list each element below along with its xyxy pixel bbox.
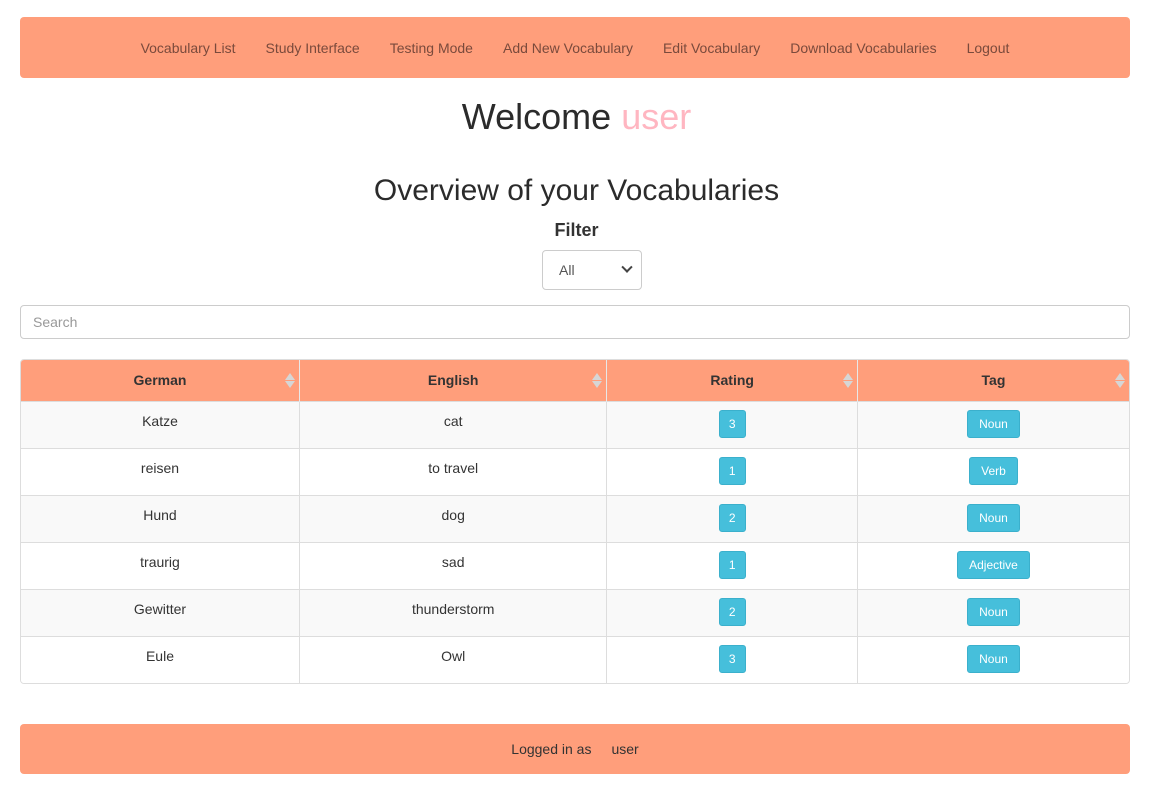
welcome-username: user (621, 96, 692, 137)
sort-icon[interactable] (842, 372, 853, 388)
cell-german: traurig (21, 541, 300, 589)
table-row: Eule Owl 3 Noun (21, 635, 1129, 683)
rating-badge[interactable]: 2 (718, 503, 746, 532)
rating-badge[interactable]: 2 (718, 597, 746, 626)
table-row: Hund dog 2 Noun (21, 494, 1129, 542)
nav-edit-vocabulary[interactable]: Edit Vocabulary (648, 40, 775, 56)
cell-german: Hund (21, 494, 300, 542)
cell-english: to travel (299, 447, 608, 495)
cell-english: sad (299, 541, 608, 589)
tag-badge[interactable]: Noun (967, 597, 1020, 626)
table-row: Katze cat 3 Noun (21, 400, 1129, 448)
rating-badge[interactable]: 3 (718, 409, 746, 438)
footer: Logged in as user (20, 724, 1130, 774)
top-navbar: Vocabulary List Study Interface Testing … (20, 17, 1130, 78)
rating-badge[interactable]: 1 (718, 550, 746, 579)
sort-icon[interactable] (592, 372, 603, 388)
nav-add-new-vocabulary[interactable]: Add New Vocabulary (488, 40, 648, 56)
chevron-down-icon (621, 261, 633, 273)
column-header-german[interactable]: German (21, 360, 300, 401)
cell-english: cat (299, 400, 608, 448)
column-header-english[interactable]: English (299, 360, 608, 401)
table-row: traurig sad 1 Adjective (21, 541, 1129, 589)
table-row: Gewitter thunderstorm 2 Noun (21, 588, 1129, 636)
rating-badge[interactable]: 1 (718, 456, 746, 485)
column-header-rating[interactable]: Rating (606, 360, 858, 401)
table-row: reisen to travel 1 Verb (21, 447, 1129, 495)
filter-label: Filter (554, 220, 599, 240)
tag-badge[interactable]: Noun (967, 644, 1020, 673)
filter-select[interactable]: All (542, 250, 642, 290)
column-header-tag[interactable]: Tag (857, 360, 1129, 401)
cell-german: Katze (21, 400, 300, 448)
cell-english: dog (299, 494, 608, 542)
sort-icon[interactable] (1115, 372, 1125, 388)
sort-icon[interactable] (284, 372, 295, 388)
tag-badge[interactable]: Adjective (957, 550, 1030, 579)
tag-badge[interactable]: Noun (967, 503, 1020, 532)
tag-badge[interactable]: Verb (969, 456, 1018, 485)
nav-download-vocabularies[interactable]: Download Vocabularies (775, 40, 951, 56)
footer-username: user (611, 741, 639, 757)
overview-title: Overview of your Vocabularies (373, 174, 780, 207)
cell-english: Owl (299, 635, 608, 683)
nav-study-interface[interactable]: Study Interface (251, 40, 375, 56)
cell-english: thunderstorm (299, 588, 608, 636)
filter-selected-value: All (559, 262, 575, 278)
vocabulary-table: German English Rating Tag Katze cat 3 No… (20, 359, 1130, 684)
welcome-heading: Welcome user (0, 96, 1153, 138)
nav-testing-mode[interactable]: Testing Mode (375, 40, 488, 56)
search-input[interactable] (20, 305, 1130, 339)
cell-german: reisen (21, 447, 300, 495)
nav-logout[interactable]: Logout (952, 40, 1025, 56)
table-header-row: German English Rating Tag (21, 360, 1129, 401)
nav-vocabulary-list[interactable]: Vocabulary List (126, 40, 251, 56)
cell-german: Gewitter (21, 588, 300, 636)
rating-badge[interactable]: 3 (718, 644, 746, 673)
tag-badge[interactable]: Noun (967, 409, 1020, 438)
cell-german: Eule (21, 635, 300, 683)
footer-logged-in-label: Logged in as (511, 741, 592, 757)
welcome-prefix: Welcome (461, 96, 612, 137)
